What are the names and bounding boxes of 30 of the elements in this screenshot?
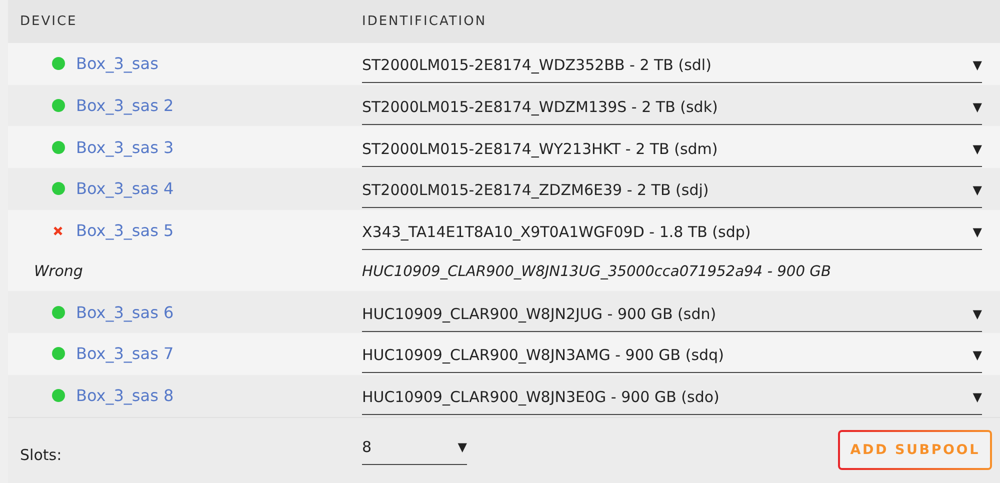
identification-select[interactable]: HUC10909_CLAR900_W8JN3E0G - 900 GB (sdo) ▼	[362, 380, 982, 416]
device-link[interactable]: Box_3_sas 7	[76, 344, 174, 364]
wrong-identification: HUC10909_CLAR900_W8JN13UG_35000cca071952a94 - 900 GB	[362, 262, 832, 280]
status-dot	[52, 182, 65, 196]
identification-select[interactable]: ST2000LM015-2E8174_WDZ352BB - 2 TB (sdl) ▼	[362, 48, 982, 84]
error-icon	[53, 226, 63, 236]
status-dot	[52, 140, 65, 154]
identification-select[interactable]: ST2000LM015-2E8174_ZDZM6E39 - 2 TB (sdj) ▼	[362, 173, 982, 208]
device-link[interactable]: Box_3_sas 8	[76, 386, 174, 406]
device-link[interactable]: Box_3_sas 2	[76, 96, 174, 116]
status-dot	[52, 347, 65, 360]
slots-select[interactable]: 8 ▼	[362, 436, 467, 464]
identification-select[interactable]: ST2000LM015-2E8174_WDZM139S - 2 TB (sdk) ▼	[362, 90, 982, 126]
device-link[interactable]: Box_3_sas	[76, 54, 158, 74]
status-dot	[52, 99, 65, 112]
identification-select[interactable]: ST2000LM015-2E8174_WY213HKT - 2 TB (sdm) ▼	[362, 132, 982, 167]
identification-select[interactable]: HUC10909_CLAR900_W8JN3AMG - 900 GB (sdq) ▼	[362, 338, 982, 374]
column-header: DEVICE	[19, 14, 78, 29]
slots-label: Slots:	[19, 445, 63, 464]
wrong-label: Wrong	[33, 262, 84, 280]
device-link[interactable]: Box_3_sas 4	[76, 179, 174, 198]
column-header: IDENTIFICATION	[362, 14, 488, 29]
identification-select[interactable]: X343_TA14E1T8A10_X9T0A1WGF09D - 1.8 TB (sdp) ▼	[362, 215, 982, 250]
status-dot	[52, 389, 65, 402]
device-link[interactable]: Box_3_sas 5	[76, 221, 174, 240]
status-dot	[52, 57, 65, 70]
device-link[interactable]: Box_3_sas 6	[76, 302, 174, 322]
status-dot	[52, 306, 65, 319]
device-link[interactable]: Box_3_sas 3	[76, 138, 174, 157]
identification-select[interactable]: HUC10909_CLAR900_W8JN2JUG - 900 GB (sdn) ▼	[362, 296, 982, 332]
